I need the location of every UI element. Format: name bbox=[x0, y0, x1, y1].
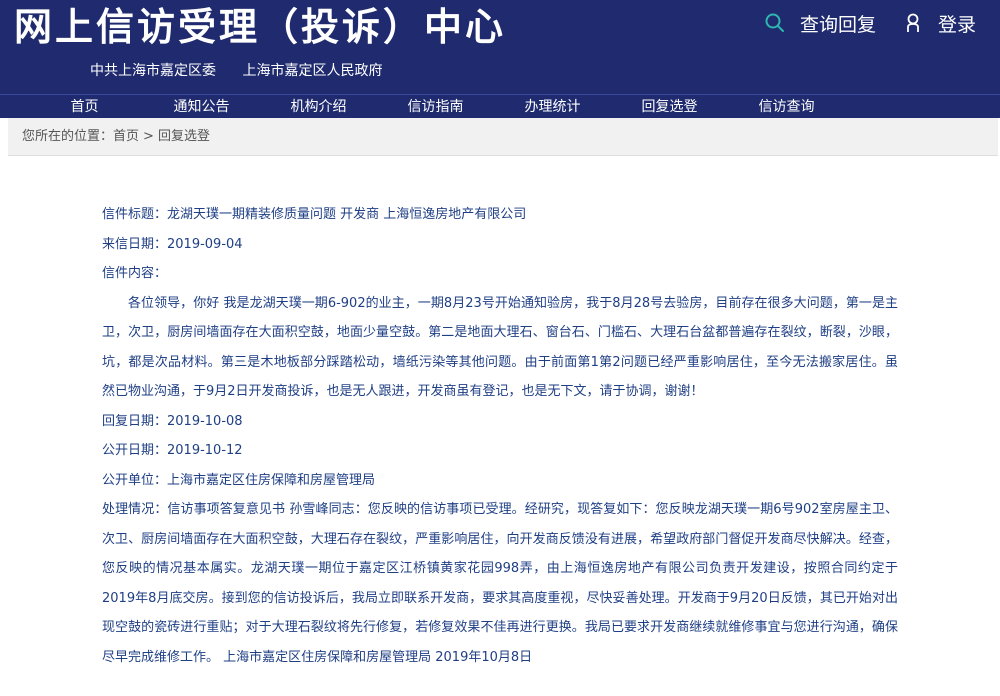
letter-title-label: 信件标题： bbox=[102, 207, 168, 222]
reply-date-row: 回复日期：2019-10-08 bbox=[102, 407, 898, 437]
letter-title-row: 信件标题：龙湖天璞一期精装修质量问题 开发商 上海恒逸房地产有限公司 bbox=[102, 200, 898, 230]
letter-date-row: 来信日期：2019-09-04 bbox=[102, 230, 898, 260]
org-district-government: 上海市嘉定区人民政府 bbox=[242, 63, 383, 79]
letter-date-label: 来信日期： bbox=[102, 236, 168, 252]
publish-date-row: 公开日期：2019-10-12 bbox=[102, 436, 898, 466]
breadcrumb-bar: 您所在的位置：首页 > 回复选登 bbox=[8, 118, 998, 156]
breadcrumb-prefix: 您所在的位置： bbox=[22, 129, 114, 144]
nav-query[interactable]: 信访查询 bbox=[728, 95, 845, 119]
publish-unit: 上海市嘉定区住房保障和房屋管理局 bbox=[167, 472, 376, 488]
letter-content-label-row: 信件内容： bbox=[102, 259, 898, 289]
reply-date-label: 回复日期： bbox=[102, 413, 168, 429]
nav-statistics[interactable]: 办理统计 bbox=[494, 95, 611, 119]
sub-orgs: 中共上海市嘉定区委 上海市嘉定区人民政府 bbox=[90, 60, 404, 82]
site-title: 网上信访受理（投诉）中心 bbox=[14, 5, 507, 49]
login-link[interactable]: 登录 bbox=[902, 10, 976, 37]
nav-notices[interactable]: 通知公告 bbox=[143, 95, 260, 119]
login-label: 登录 bbox=[937, 13, 976, 36]
site-header: 网上信访受理（投诉）中心 中共上海市嘉定区委 上海市嘉定区人民政府 查询回复 登… bbox=[0, 0, 1000, 94]
letter-date: 2019-09-04 bbox=[167, 236, 243, 252]
letter-detail: 信件标题：龙湖天璞一期精装修质量问题 开发商 上海恒逸房地产有限公司 来信日期：… bbox=[102, 200, 898, 672]
nav-organization[interactable]: 机构介绍 bbox=[260, 95, 377, 119]
breadcrumb-current: 回复选登 bbox=[157, 129, 210, 144]
publish-unit-label: 公开单位： bbox=[102, 472, 168, 488]
publish-date: 2019-10-12 bbox=[167, 443, 243, 458]
publish-date-label: 公开日期： bbox=[102, 443, 168, 458]
breadcrumb-separator: > bbox=[143, 129, 154, 144]
search-icon bbox=[765, 13, 784, 32]
handling-label: 处理情况： bbox=[102, 502, 168, 517]
publish-unit-row: 公开单位：上海市嘉定区住房保障和房屋管理局 bbox=[102, 466, 898, 496]
letter-content: 各位领导，你好 我是龙湖天璞一期6-902的业主，一期8月23号开始通知验房，我… bbox=[102, 295, 898, 400]
nav-guide[interactable]: 信访指南 bbox=[377, 95, 494, 119]
main-nav: 首页 通知公告 机构介绍 信访指南 办理统计 回复选登 信访查询 bbox=[0, 94, 1000, 118]
query-reply-label: 查询回复 bbox=[799, 13, 876, 36]
top-actions: 查询回复 登录 bbox=[764, 6, 976, 40]
org-district-committee: 中共上海市嘉定区委 bbox=[90, 63, 216, 79]
user-icon bbox=[907, 13, 919, 32]
reply-date: 2019-10-08 bbox=[167, 413, 243, 429]
breadcrumb: 您所在的位置：首页 > 回复选登 bbox=[22, 118, 210, 156]
query-reply-link[interactable]: 查询回复 bbox=[764, 10, 876, 37]
nav-replies[interactable]: 回复选登 bbox=[611, 95, 728, 119]
breadcrumb-home[interactable]: 首页 bbox=[113, 129, 139, 144]
letter-content-label: 信件内容： bbox=[102, 266, 168, 281]
handling-text: 信访事项答复意见书 孙雪峰同志：您反映的信访事项已受理。经研究，现答复如下：您反… bbox=[102, 502, 898, 665]
handling-row: 处理情况：信访事项答复意见书 孙雪峰同志：您反映的信访事项已受理。经研究，现答复… bbox=[102, 495, 898, 672]
letter-title: 龙湖天璞一期精装修质量问题 开发商 上海恒逸房地产有限公司 bbox=[167, 207, 527, 222]
nav-home[interactable]: 首页 bbox=[26, 95, 143, 119]
